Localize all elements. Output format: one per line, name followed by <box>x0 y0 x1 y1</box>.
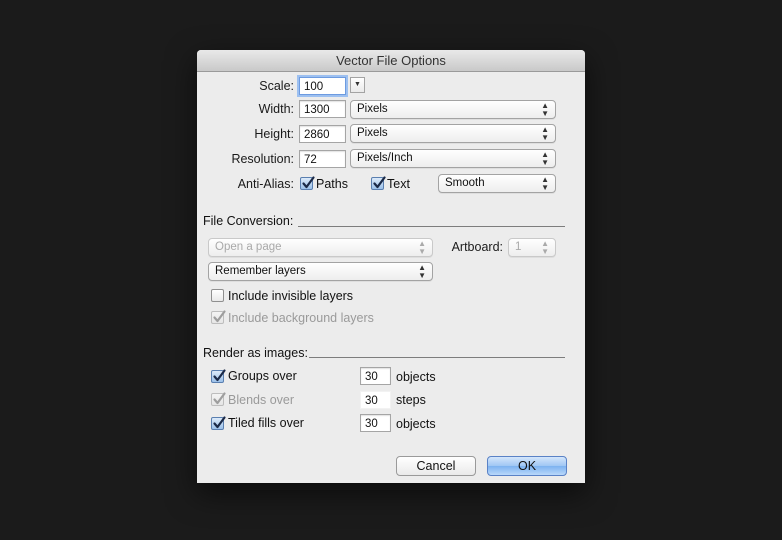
paths-label[interactable]: Paths <box>316 177 348 191</box>
updown-arrows-icon: ▲ ▼ <box>541 149 549 167</box>
tiled-fills-over-input[interactable]: 30 <box>360 414 391 432</box>
height-label: Height: <box>254 127 294 141</box>
vector-file-options-dialog: Vector File Options Scale: 100 ▼ Width: … <box>197 50 585 483</box>
checkmark-icon <box>302 176 315 189</box>
include-invisible-label[interactable]: Include invisible layers <box>228 289 353 303</box>
anti-alias-mode-select[interactable]: Smooth ▲ ▼ <box>438 174 556 193</box>
page-select[interactable]: Open a page ▲ ▼ <box>208 238 433 257</box>
text-checkbox[interactable] <box>371 176 386 190</box>
updown-arrows-icon: ▲ ▼ <box>541 100 549 118</box>
resolution-label: Resolution: <box>231 152 294 166</box>
checkmark-icon <box>213 369 226 382</box>
width-unit-value: Pixels <box>357 103 388 115</box>
groups-over-input[interactable]: 30 <box>360 367 391 385</box>
include-background-label[interactable]: Include background layers <box>228 311 374 325</box>
updown-arrows-icon: ▲ ▼ <box>418 238 426 256</box>
section-divider <box>298 226 565 227</box>
updown-arrows-icon: ▲ ▼ <box>418 262 426 280</box>
artboard-label: Artboard: <box>451 240 503 254</box>
artboard-select[interactable]: 1 ▲ ▼ <box>508 238 556 257</box>
groups-over-unit: objects <box>396 370 436 384</box>
updown-arrows-icon: ▲ ▼ <box>541 174 549 192</box>
tiled-fills-over-label[interactable]: Tiled fills over <box>228 416 304 430</box>
anti-alias-label: Anti-Alias: <box>237 177 294 191</box>
width-label: Width: <box>258 102 294 116</box>
page-select-value: Open a page <box>215 241 282 253</box>
scale-label: Scale: <box>259 79 294 93</box>
artboard-value: 1 <box>515 241 522 253</box>
updown-arrows-icon: ▲ ▼ <box>541 238 549 256</box>
ok-button[interactable]: OK <box>487 456 567 476</box>
dialog-title: Vector File Options <box>197 50 585 72</box>
include-background-checkbox[interactable] <box>211 310 226 324</box>
scale-dropdown-button[interactable]: ▼ <box>350 77 365 93</box>
paths-checkbox[interactable] <box>300 176 315 190</box>
height-unit-select[interactable]: Pixels ▲ ▼ <box>350 124 556 143</box>
groups-over-label[interactable]: Groups over <box>228 369 297 383</box>
text-label[interactable]: Text <box>387 177 410 191</box>
blends-over-unit: steps <box>396 393 426 407</box>
tiled-fills-over-unit: objects <box>396 417 436 431</box>
file-conversion-title: File Conversion: <box>203 214 294 228</box>
resolution-unit-value: Pixels/Inch <box>357 152 413 164</box>
checkmark-icon <box>213 392 226 405</box>
width-unit-select[interactable]: Pixels ▲ ▼ <box>350 100 556 119</box>
updown-arrows-icon: ▲ ▼ <box>541 124 549 142</box>
cancel-button[interactable]: Cancel <box>396 456 476 476</box>
layers-select[interactable]: Remember layers ▲ ▼ <box>208 262 433 281</box>
scale-input[interactable]: 100 <box>299 77 346 95</box>
checkmark-icon <box>213 416 226 429</box>
anti-alias-mode-value: Smooth <box>445 177 485 189</box>
resolution-unit-select[interactable]: Pixels/Inch ▲ ▼ <box>350 149 556 168</box>
blends-over-label[interactable]: Blends over <box>228 393 294 407</box>
checkmark-icon <box>373 176 386 189</box>
include-invisible-checkbox[interactable] <box>211 289 224 302</box>
section-divider <box>309 357 565 358</box>
blends-over-input[interactable]: 30 <box>360 391 391 409</box>
resolution-input[interactable]: 72 <box>299 150 346 168</box>
layers-select-value: Remember layers <box>215 265 306 277</box>
height-input[interactable]: 2860 <box>299 125 346 143</box>
height-unit-value: Pixels <box>357 127 388 139</box>
tiled-fills-over-checkbox[interactable] <box>211 416 226 430</box>
groups-over-checkbox[interactable] <box>211 369 226 383</box>
triangle-down-icon: ▼ <box>354 81 361 88</box>
blends-over-checkbox[interactable] <box>211 392 226 406</box>
checkmark-icon <box>213 310 226 323</box>
render-as-images-title: Render as images: <box>203 346 308 360</box>
width-input[interactable]: 1300 <box>299 100 346 118</box>
